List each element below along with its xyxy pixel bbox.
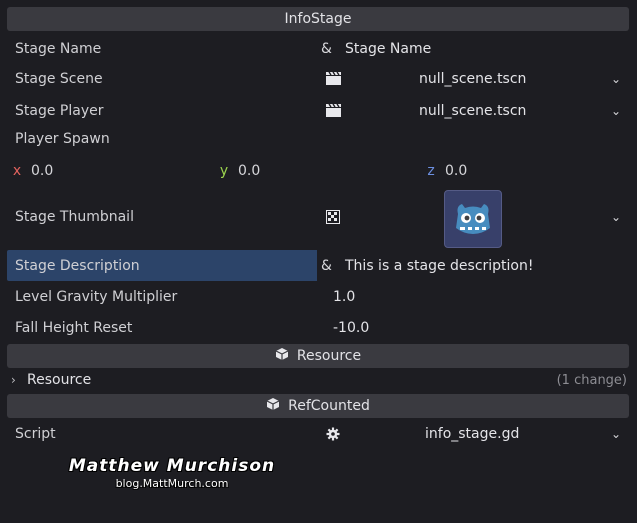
- spawn-y-field[interactable]: y 0.0: [214, 155, 421, 186]
- godot-logo-icon: [456, 204, 490, 234]
- watermark-site: blog.MattMurch.com: [115, 477, 229, 490]
- fall-height-value: -10.0: [333, 319, 370, 336]
- fall-height-field[interactable]: -10.0: [318, 312, 627, 343]
- property-label: Stage Description: [7, 250, 317, 281]
- property-script: Script info_stage.gd ⌄: [0, 418, 637, 449]
- resource-group-label: Resource: [27, 372, 92, 388]
- stage-scene-value: null_scene.tscn: [419, 70, 527, 87]
- spawn-z-value: 0.0: [445, 162, 468, 179]
- chevron-down-icon[interactable]: ⌄: [611, 427, 621, 441]
- property-label: Level Gravity Multiplier: [15, 288, 178, 305]
- watermark: Matthew Murchison blog.MattMurch.com: [62, 456, 282, 490]
- level-gravity-value: 1.0: [333, 288, 356, 305]
- string-type-icon: &: [321, 257, 332, 274]
- inspector-panel: InfoStage Stage Name & Stage Name Stage …: [0, 0, 637, 523]
- property-label: Stage Name: [15, 40, 102, 57]
- z-axis-label: z: [427, 162, 435, 179]
- spawn-x-value: 0.0: [31, 162, 54, 179]
- gear-icon: [322, 427, 344, 441]
- spawn-x-field[interactable]: x 0.0: [7, 155, 214, 186]
- property-fall-height: Fall Height Reset -10.0: [0, 312, 637, 343]
- chevron-down-icon[interactable]: ⌄: [611, 104, 621, 118]
- cube-icon: [275, 347, 289, 365]
- level-gravity-field[interactable]: 1.0: [318, 281, 627, 312]
- y-axis-label: y: [219, 162, 229, 179]
- spawn-z-field[interactable]: z 0.0: [421, 155, 628, 186]
- section-title: RefCounted: [288, 398, 370, 414]
- stage-description-value: This is a stage description!: [345, 257, 534, 274]
- property-stage-thumbnail: Stage Thumbnail ⌄: [0, 201, 637, 232]
- clapperboard-icon: [322, 72, 344, 85]
- property-label: Player Spawn: [15, 130, 110, 147]
- property-label: Stage Thumbnail: [15, 208, 134, 225]
- section-header-refcounted[interactable]: RefCounted: [7, 394, 629, 418]
- stage-description-field[interactable]: & This is a stage description!: [318, 250, 627, 281]
- property-level-gravity: Level Gravity Multiplier 1.0: [0, 281, 637, 312]
- cube-icon: [266, 397, 280, 415]
- watermark-name: Matthew Murchison: [68, 456, 276, 476]
- texture-icon: [322, 209, 344, 224]
- resource-group-row[interactable]: › Resource (1 change): [7, 368, 629, 392]
- stage-player-value: null_scene.tscn: [419, 102, 527, 119]
- section-header-resource[interactable]: Resource: [7, 344, 629, 368]
- property-stage-description: Stage Description & This is a stage desc…: [0, 250, 637, 281]
- spawn-y-value: 0.0: [238, 162, 261, 179]
- property-label: Script: [15, 425, 56, 442]
- property-stage-player: Stage Player null_scene.tscn ⌄: [0, 95, 637, 126]
- chevron-right-icon[interactable]: ›: [7, 373, 25, 387]
- player-spawn-vector: x 0.0 y 0.0 z 0.0: [7, 155, 629, 186]
- property-label: Fall Height Reset: [15, 319, 133, 336]
- godot-logo-thumbnail[interactable]: [444, 190, 502, 248]
- x-axis-label: x: [12, 162, 22, 179]
- script-value: info_stage.gd: [425, 425, 520, 442]
- section-title: Resource: [296, 348, 362, 364]
- stage-player-picker[interactable]: null_scene.tscn ⌄: [318, 95, 627, 126]
- property-stage-name: Stage Name & Stage Name: [0, 33, 637, 64]
- property-label: Stage Player: [15, 102, 104, 119]
- change-count: (1 change): [556, 372, 627, 388]
- string-type-icon: &: [321, 40, 332, 57]
- chevron-down-icon[interactable]: ⌄: [611, 72, 621, 86]
- clapperboard-icon: [322, 104, 344, 117]
- stage-name-field[interactable]: & Stage Name: [318, 33, 627, 64]
- section-title: InfoStage: [284, 11, 352, 27]
- stage-name-value: Stage Name: [345, 40, 432, 57]
- property-label: Stage Scene: [15, 70, 103, 87]
- chevron-down-icon[interactable]: ⌄: [611, 210, 621, 224]
- stage-scene-picker[interactable]: null_scene.tscn ⌄: [318, 63, 627, 94]
- property-stage-scene: Stage Scene null_scene.tscn ⌄: [0, 63, 637, 94]
- script-picker[interactable]: info_stage.gd ⌄: [318, 418, 627, 449]
- property-player-spawn: Player Spawn: [0, 123, 637, 154]
- section-header-infostage[interactable]: InfoStage: [7, 7, 629, 31]
